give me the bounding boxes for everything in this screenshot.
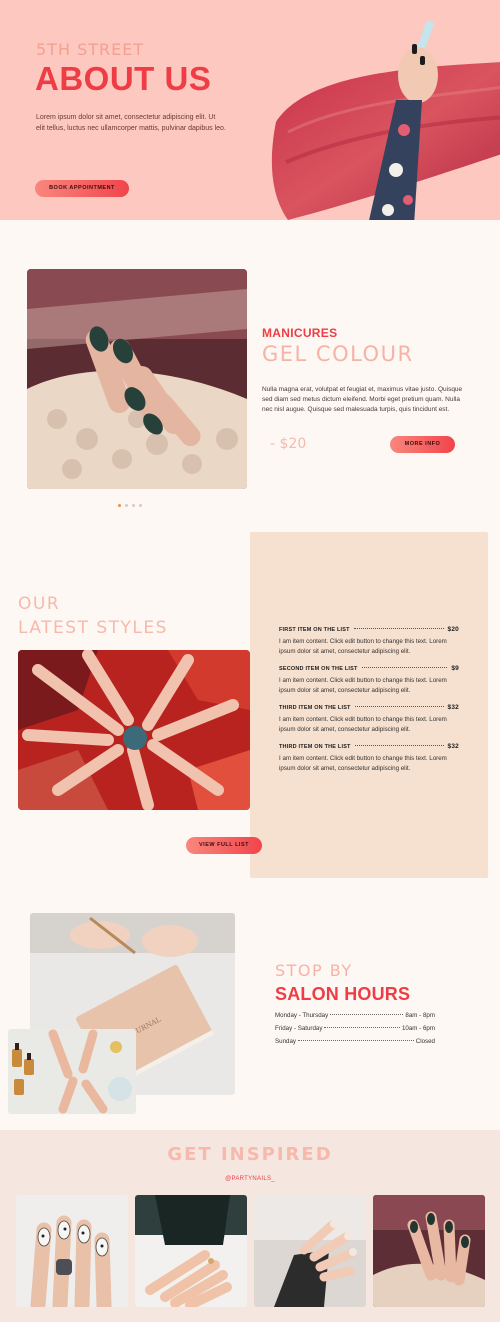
hours-row: Friday - Saturday 10am - 6pm: [275, 1025, 435, 1032]
item-description: I am item content. Click edit button to …: [279, 755, 447, 772]
styles-heading-line2: LATEST STYLES: [18, 618, 168, 638]
price-list: FIRST ITEM ON THE LIST $20 I am item cont…: [279, 626, 459, 782]
item-price: $20: [447, 626, 459, 633]
view-full-list-button[interactable]: VIEW FULL LIST: [186, 837, 262, 854]
service-description: Nulla magna erat, volutpat et feugiat et…: [262, 386, 463, 413]
instagram-handle-link[interactable]: @PARTYNAILS_: [0, 1176, 500, 1182]
dotted-leader: [361, 667, 448, 668]
dotted-leader: [354, 706, 444, 707]
hours-kicker: STOP BY: [275, 961, 353, 980]
price-list-item: FIRST ITEM ON THE LIST $20 I am item cont…: [279, 626, 459, 657]
instagram-tile[interactable]: [373, 1195, 485, 1307]
hours-day: Friday - Saturday: [275, 1025, 323, 1032]
hours-day: Monday - Thursday: [275, 1012, 329, 1019]
hours-day: Sunday: [275, 1038, 296, 1045]
price-list-item: SECOND ITEM ON THE LIST $9 I am item cont…: [279, 665, 459, 696]
service-kicker: MANICURES: [262, 326, 338, 340]
item-description: I am item content. Click edit button to …: [279, 716, 447, 733]
instagram-tile[interactable]: [135, 1195, 247, 1307]
hours-time: Closed: [415, 1038, 435, 1045]
book-appointment-button[interactable]: BOOK APPOINTMENT: [35, 180, 129, 197]
item-description: I am item content. Click edit button to …: [279, 638, 447, 655]
hours-row: Monday - Thursday 8am - 8pm: [275, 1012, 435, 1019]
item-price: $32: [447, 704, 459, 711]
nail-salon-photo: [8, 1029, 136, 1114]
hours-row: Sunday Closed: [275, 1038, 435, 1045]
carousel-dot[interactable]: [132, 504, 135, 507]
styles-heading-line1: OUR: [18, 594, 61, 614]
more-info-button[interactable]: MORE INFO: [390, 436, 455, 453]
price-list-item: THIRD ITEM ON THE LIST $32 I am item cont…: [279, 743, 459, 774]
item-price: $32: [447, 743, 459, 750]
item-name: SECOND ITEM ON THE LIST: [279, 665, 358, 672]
hero-description: Lorem ipsum dolor sit amet, consectetur …: [36, 114, 226, 132]
item-name: THIRD ITEM ON THE LIST: [279, 704, 351, 711]
instagram-tile[interactable]: [16, 1195, 128, 1307]
carousel-dot-active[interactable]: [118, 504, 121, 507]
instagram-tile[interactable]: [254, 1195, 366, 1307]
service-price: - $20: [270, 436, 307, 452]
carousel-dot[interactable]: [125, 504, 128, 507]
item-name: THIRD ITEM ON THE LIST: [279, 743, 351, 750]
hero-kicker: 5TH STREET: [36, 40, 145, 59]
hours-list: Monday - Thursday 8am - 8pm Friday - Satu…: [275, 1012, 435, 1051]
dotted-leader: [330, 1014, 404, 1015]
hand-holding-brush-image: [369, 20, 438, 220]
dotted-leader: [353, 628, 444, 629]
item-description: I am item content. Click edit button to …: [279, 677, 447, 694]
hours-time: 8am - 8pm: [405, 1012, 435, 1019]
item-name: FIRST ITEM ON THE LIST: [279, 626, 350, 633]
hours-time: 10am - 6pm: [401, 1025, 435, 1032]
dotted-leader: [298, 1040, 414, 1041]
carousel-dots[interactable]: [118, 494, 146, 512]
item-price: $9: [451, 665, 459, 672]
dotted-leader: [354, 745, 444, 746]
dotted-leader: [324, 1027, 400, 1028]
styles-photo: [18, 650, 250, 810]
page-title: ABOUT US: [35, 60, 212, 97]
price-list-item: THIRD ITEM ON THE LIST $32 I am item cont…: [279, 704, 459, 735]
manicure-photo: [27, 269, 247, 489]
carousel-dot[interactable]: [139, 504, 142, 507]
service-title: GEL COLOUR: [262, 342, 414, 366]
hours-title: SALON HOURS: [275, 984, 411, 1004]
inspiration-title: GET INSPIRED: [167, 1144, 333, 1165]
